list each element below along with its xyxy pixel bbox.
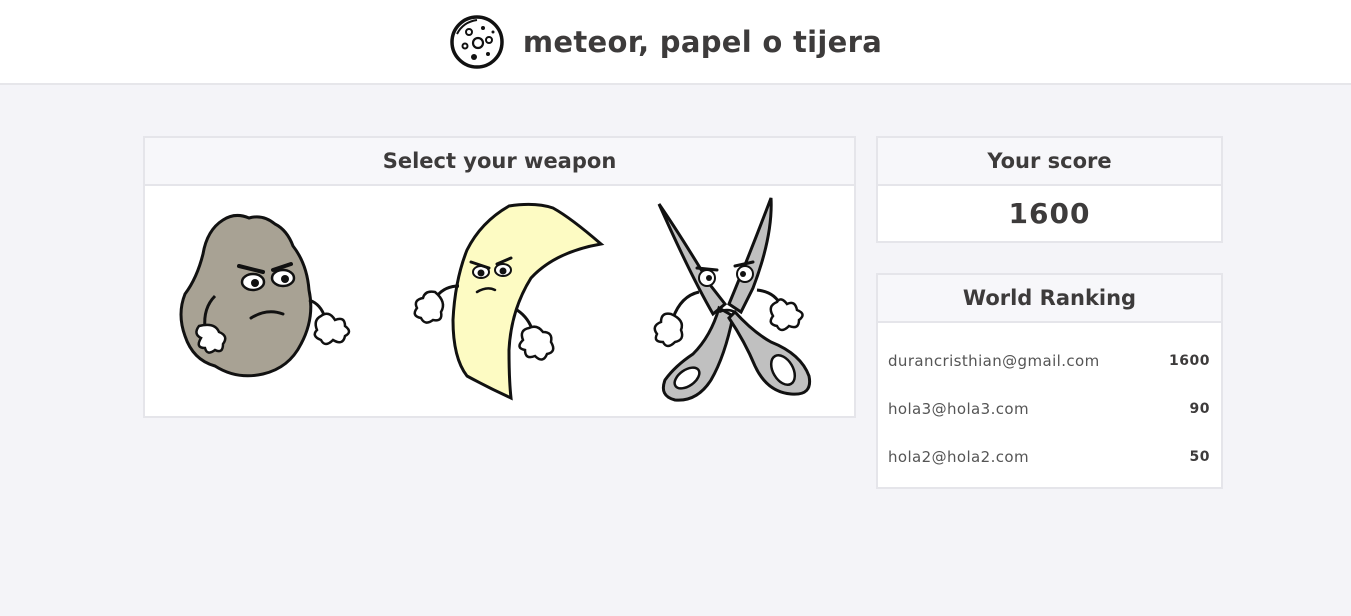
ranking-panel: World Ranking durancristhian@gmail.com 1… [876, 273, 1223, 489]
scissors-character-icon[interactable] [641, 196, 821, 406]
paper-character-icon[interactable] [405, 200, 605, 405]
score-panel-title: Your score [878, 138, 1221, 186]
ranking-email: hola2@hola2.com [888, 448, 1029, 466]
app-title: meteor, papel o tijera [522, 24, 883, 59]
ranking-email: durancristhian@gmail.com [888, 352, 1100, 370]
score-value: 1600 [1008, 197, 1091, 230]
ranking-score: 1600 [1169, 353, 1210, 369]
meteor-icon [450, 14, 504, 69]
rock-character-icon[interactable] [175, 208, 355, 378]
weapon-panel-title: Select your weapon [145, 138, 854, 186]
weapon-panel: Select your weapon [143, 136, 856, 418]
ranking-list: durancristhian@gmail.com 1600 hola3@hola… [878, 323, 1221, 481]
score-panel: Your score 1600 [876, 136, 1223, 243]
weapon-list [145, 186, 854, 416]
brand[interactable]: meteor, papel o tijera [449, 14, 882, 70]
top-navbar: meteor, papel o tijera [0, 0, 1351, 85]
ranking-email: hola3@hola3.com [888, 400, 1029, 418]
ranking-row: hola2@hola2.com 50 [878, 433, 1221, 481]
ranking-panel-title: World Ranking [878, 275, 1221, 323]
ranking-row: hola3@hola3.com 90 [878, 385, 1221, 433]
ranking-score: 90 [1189, 401, 1210, 417]
ranking-score: 50 [1189, 449, 1210, 465]
ranking-row: durancristhian@gmail.com 1600 [878, 337, 1221, 385]
